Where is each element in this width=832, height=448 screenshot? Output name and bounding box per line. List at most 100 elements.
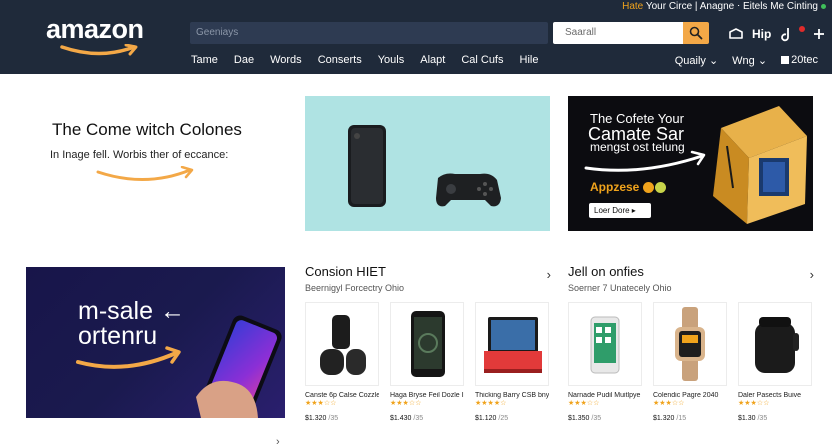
rating-stars: ★★★★☆ [475,400,507,407]
country-selector[interactable]: Quaily ⌄ [675,54,718,67]
price-value: $1.120 [475,415,497,422]
plus-icon[interactable] [813,28,825,40]
product-name[interactable]: Narnade Pudil Muitlpye [568,392,642,399]
search-button[interactable] [683,22,709,44]
price-value: $1.350 [568,415,590,422]
product-card[interactable]: Colendic Pagre 2040 ★★★☆☆ $1.320 /15 [653,302,727,422]
chevron-right-icon[interactable]: › [276,436,280,448]
product-image[interactable] [653,302,727,386]
coin-icon [654,182,666,193]
product-name[interactable]: Haga Bryse Feil Dozle Iles [390,392,464,399]
product-price: $1.430 /35 [390,415,464,422]
product-card[interactable]: Daler Pasects Buive ★★★☆☆ $1.30 /35 [738,302,812,422]
top-links[interactable]: Hate Your Circe | Anagne ⋅ Eitels Me Cin… [622,1,826,12]
nav-item-gift-cards[interactable]: Cal Cufs [461,54,503,70]
price-extra: /15 [676,415,687,422]
hero-text-block: The Come witch Colones In Inage fell. Wo… [26,96,284,231]
product-image[interactable] [568,302,642,386]
smartphone-image [590,316,620,374]
amazon-logo[interactable]: amazon [46,14,162,58]
nav-item-help[interactable]: Hile [520,54,539,70]
nav-item-adapt[interactable]: Alapt [420,54,445,70]
phone-hand-image [76,315,282,418]
price-value: $1.430 [390,415,412,422]
product-price: $1.120 /25 [475,415,549,422]
product-name[interactable]: Canste 6p Calse Cozzle Vizgdes [305,392,379,399]
cart-label: 20tec [791,54,818,66]
top-links-rest[interactable]: Your Circe | Anagne ⋅ Eitels Me Cinting [643,1,818,12]
section-title[interactable]: Jell on onfies [568,264,644,279]
status-dot-icon [821,3,826,9]
product-card[interactable]: Thicking Barry CSB bnya ★★★★☆ $1.120 /25 [475,302,549,422]
header: amazon Hate Your Circe | Anagne ⋅ Eitels… [0,0,832,74]
music-icon[interactable] [779,26,795,42]
price-value: $1.320 [305,415,327,422]
product-image[interactable] [305,302,379,386]
product-price: $1.30 /35 [738,415,812,422]
notification-badge [799,26,806,32]
rating-stars: ★★★☆☆ [738,400,770,407]
nav-item-deals[interactable]: Dae [234,54,254,70]
search-icon [689,26,703,40]
product-section: Jell on onfies Soerner 7 Unatecely Ohio … [568,264,816,434]
secondary-search-input[interactable]: Saarall [553,22,683,44]
product-name[interactable]: Colendic Pagre 2040 [653,392,727,399]
search-placeholder: Geeniays [196,27,239,38]
product-card[interactable]: Canste 6p Calse Cozzle Vizgdes ★★★☆☆ $1.… [305,302,379,422]
page: amazon Hate Your Circe | Anagne ⋅ Eitels… [0,0,832,448]
product-image[interactable] [738,302,812,386]
section-subtitle: Beernigyl Forcectry Ohio [305,283,405,293]
rating-stars: ★★★☆☆ [653,400,685,407]
product-price: $1.350 /35 [568,415,642,422]
promo-price-label: Appzese [590,180,640,194]
nav-item-home[interactable]: Tame [191,54,218,70]
price-value: $1.320 [653,415,675,422]
top-link-highlight[interactable]: Hate [622,1,643,12]
cart-icon [781,56,790,64]
header-icons: Hip [728,24,825,44]
rating-stars: ★★★☆☆ [390,400,422,407]
product-image[interactable] [390,302,464,386]
section-title[interactable]: Consion HIET [305,264,386,279]
product-name[interactable]: Thicking Barry CSB bnya [475,392,549,399]
wishlist-selector[interactable]: Wng ⌄ [732,54,767,67]
electronics-banner[interactable] [305,96,550,231]
chevron-right-icon[interactable]: › [810,267,814,282]
logo-text: amazon [46,14,144,44]
nav-right: Quaily ⌄ Wng ⌄ 20tec [675,54,818,67]
product-name[interactable]: Daler Pasects Buive [738,392,812,399]
speaker-image [320,315,366,375]
product-section: Consion HIET Beernigyl Forcectry Ohio › … [305,264,553,434]
nav-item-concerts[interactable]: Conserts [318,54,362,70]
nav-item-words[interactable]: Words [270,54,302,70]
cart-link[interactable]: 20tec [781,54,818,67]
tablet-image [484,317,542,373]
smart-speaker-image [755,317,799,373]
country-label: Quaily [674,55,706,67]
help-link[interactable]: Hip [752,27,771,41]
product-card[interactable]: Haga Bryse Feil Dozle Iles ★★★☆☆ $1.430 … [390,302,464,422]
m-sale-banner[interactable]: m-sale ← ortenru [26,267,285,418]
promo-banner-dark[interactable]: The Cofete Your Camate Sar mengst ost te… [568,96,813,231]
hero-title: The Come witch Colones [52,120,242,139]
chevron-right-icon[interactable]: › [547,267,551,282]
product-card[interactable]: Narnade Pudil Muitlpye ★★★☆☆ $1.350 /35 [568,302,642,422]
learn-more-button[interactable]: Loer Dore ▸ [589,203,651,218]
wishlist-label: Wng [732,55,755,67]
product-price: $1.320 /35 [305,415,379,422]
price-extra: /35 [328,415,339,422]
smile-arrow-icon [60,44,138,56]
price-extra: /35 [413,415,424,422]
price-extra: /35 [591,415,602,422]
rating-stars: ★★★☆☆ [568,400,600,407]
hero-subtitle: In Inage fell. Worbis ther of eccance: [50,149,229,161]
monitor-icon[interactable] [728,27,744,41]
smile-arrow-icon [584,150,706,172]
nav-item-tools[interactable]: Youls [378,54,405,70]
price-value: $1.30 [738,415,756,422]
search-input[interactable]: Geeniays [190,22,548,44]
product-box-image [713,106,807,224]
product-image[interactable] [475,302,549,386]
smile-arrow-icon [96,166,194,181]
rating-stars: ★★★☆☆ [305,400,337,407]
